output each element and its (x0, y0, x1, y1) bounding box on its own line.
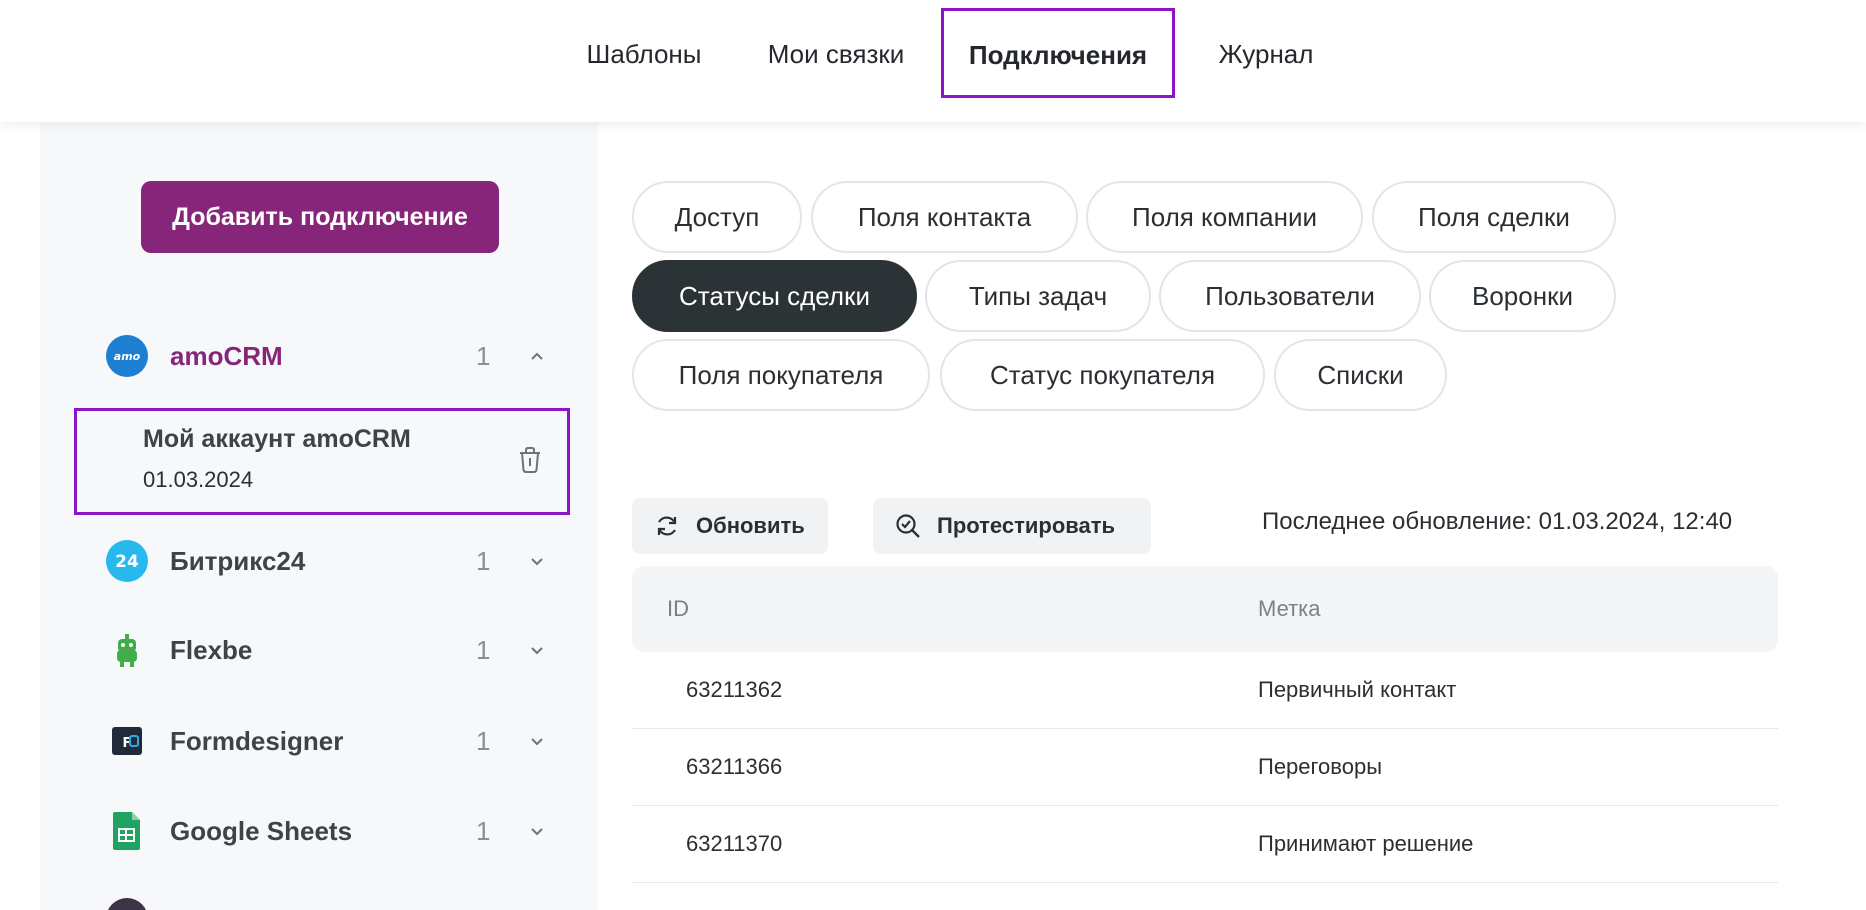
cell-id: 63211366 (686, 754, 783, 779)
chevron-down-icon[interactable] (526, 730, 548, 752)
cell-label: Принимают решение (1258, 831, 1474, 856)
cell-id: 63211362 (686, 677, 783, 702)
connection-count: 1 (476, 341, 491, 371)
sidebar-item-formdesigner[interactable]: F Formdesigner 1 (106, 716, 556, 766)
chip-users[interactable]: Пользователи (1159, 260, 1421, 332)
column-header-label: Метка (1258, 596, 1321, 621)
add-connection-button[interactable]: Добавить подключение (141, 181, 499, 253)
tab-my-bundles[interactable]: Мои связки (752, 0, 920, 122)
column-header-id: ID (667, 596, 689, 621)
cell-id: 63211370 (686, 831, 783, 856)
sidebar-item-label: amoCRM (170, 341, 283, 371)
sidebar-item-bitrix24[interactable]: 24 Битрикс24 1 (106, 536, 556, 586)
account-date: 01.03.2024 (143, 467, 254, 492)
connection-count: 1 (476, 726, 491, 756)
sidebar-item-label: Google Sheets (170, 816, 353, 846)
chip-pipelines[interactable]: Воронки (1429, 260, 1616, 332)
bitrix24-logo-icon: 24 (106, 540, 148, 582)
trash-icon[interactable] (517, 445, 543, 475)
amocrm-logo-icon: amo (106, 335, 148, 377)
connection-count: 1 (476, 816, 491, 846)
connection-count: 1 (476, 635, 491, 665)
chevron-down-icon[interactable] (526, 639, 548, 661)
chip-company-fields[interactable]: Поля компании (1086, 181, 1363, 253)
chevron-down-icon[interactable] (526, 820, 548, 842)
connection-count: 1 (476, 546, 491, 576)
test-label: Протестировать (937, 513, 1116, 538)
search-check-icon (896, 514, 920, 538)
table-row[interactable]: 63211362 Первичный контакт (632, 652, 1778, 729)
svg-text:24: 24 (115, 552, 139, 572)
cell-label: Первичный контакт (1258, 677, 1457, 702)
sidebar-item-label: Битрикс24 (170, 546, 306, 576)
sidebar-item-label: Formdesigner (170, 726, 344, 756)
account-name: Мой аккаунт amoCRM (143, 425, 411, 453)
cell-label: Переговоры (1258, 754, 1383, 779)
chevron-down-icon[interactable] (526, 550, 548, 572)
chip-deal-statuses[interactable]: Статусы сделки (632, 260, 917, 332)
chip-task-types[interactable]: Типы задач (925, 260, 1151, 332)
chip-customer-status[interactable]: Статус покупателя (940, 339, 1265, 411)
chip-lists[interactable]: Списки (1274, 339, 1447, 411)
top-navigation: Шаблоны Мои связки Подключения Журнал (0, 0, 1866, 122)
table-row[interactable]: 63211366 Переговоры (632, 729, 1778, 806)
chip-deal-fields[interactable]: Поля сделки (1372, 181, 1616, 253)
svg-text:amo: amo (114, 350, 141, 363)
refresh-label: Обновить (696, 513, 805, 538)
flexbe-logo-icon (117, 634, 137, 667)
sidebar-item-amocrm[interactable]: amo amoCRM 1 (106, 331, 556, 381)
refresh-icon (657, 516, 677, 536)
account-card[interactable]: Мой аккаунт amoCRM 01.03.2024 (74, 408, 570, 515)
tab-connections[interactable]: Подключения (941, 8, 1175, 98)
table-row[interactable]: 63211370 Принимают решение (632, 806, 1778, 883)
test-button[interactable]: Протестировать (873, 498, 1151, 554)
tab-templates[interactable]: Шаблоны (574, 0, 714, 122)
google-sheets-logo-icon (113, 812, 140, 850)
sidebar-item-google-sheets[interactable]: Google Sheets 1 (106, 806, 556, 856)
chip-access[interactable]: Доступ (632, 181, 802, 253)
chip-contact-fields[interactable]: Поля контакта (811, 181, 1078, 253)
table-header: ID Метка (632, 566, 1778, 652)
sidebar-item-flexbe[interactable]: Flexbe 1 (106, 625, 556, 675)
last-update-text: Последнее обновление: 01.03.2024, 12:40 (1262, 508, 1733, 535)
chevron-up-icon[interactable] (526, 345, 548, 367)
refresh-button[interactable]: Обновить (632, 498, 828, 554)
chip-customer-fields[interactable]: Поля покупателя (632, 339, 930, 411)
sidebar-item-label: Flexbe (170, 635, 253, 665)
formdesigner-logo-icon: F (112, 727, 142, 755)
tab-journal[interactable]: Журнал (1206, 0, 1326, 122)
